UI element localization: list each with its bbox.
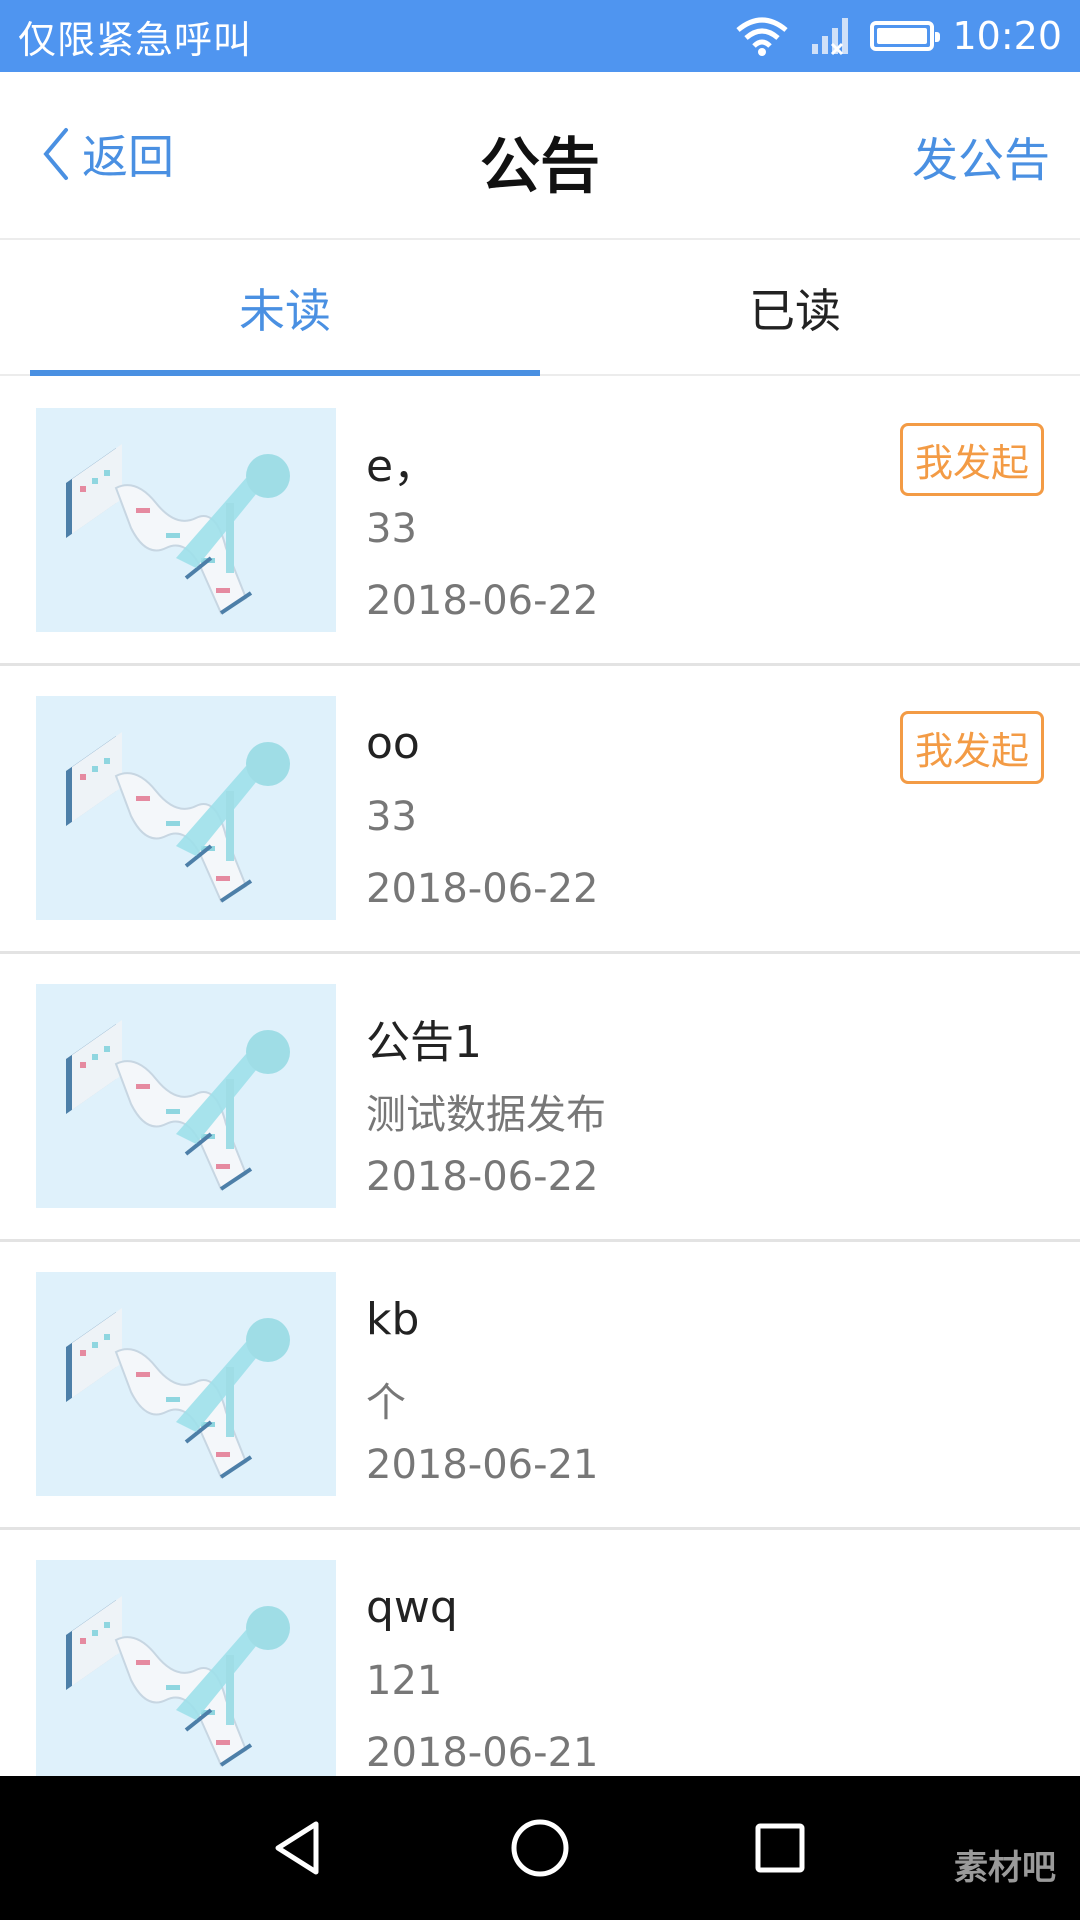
item-description: 测试数据发布: [366, 1092, 606, 1138]
item-title: kb: [366, 1294, 420, 1345]
nav-back-icon[interactable]: [264, 1812, 336, 1884]
status-icons: 10:20: [734, 14, 1062, 58]
wifi-icon: [736, 17, 789, 56]
tab-read[interactable]: 已读: [540, 240, 1050, 376]
signal-icon: [812, 18, 849, 56]
announcement-thumbnail: [36, 696, 336, 920]
status-bar: 仅限紧急呼叫 10:20: [0, 0, 1080, 72]
watermark-logo: 素材吧: [954, 1848, 1056, 1888]
list-item[interactable]: 公告1 测试数据发布 2018-06-22: [0, 954, 1080, 1242]
nav-home-icon[interactable]: [504, 1812, 576, 1884]
item-date: 2018-06-22: [366, 866, 599, 912]
list-item[interactable]: qwq 121 2018-06-21: [0, 1530, 1080, 1818]
item-title: 公告1: [366, 1017, 482, 1068]
announcement-thumbnail: [36, 1560, 336, 1784]
list-item[interactable]: kb 个 2018-06-21: [0, 1242, 1080, 1530]
tab-unread[interactable]: 未读: [30, 240, 540, 376]
tab-bar: 未读 已读: [0, 240, 1080, 376]
active-tab-indicator: [30, 370, 540, 376]
item-description: 个: [366, 1380, 406, 1426]
list-item[interactable]: e， 33 2018-06-22 我发起: [0, 378, 1080, 666]
system-nav-bar: 素材吧: [0, 1776, 1080, 1920]
announcement-list: e， 33 2018-06-22 我发起 oo 33 2018-06-22 我发…: [0, 378, 1080, 1818]
item-title: qwq: [366, 1582, 458, 1633]
item-title: oo: [366, 718, 420, 769]
battery-icon: [870, 21, 941, 51]
item-description: 33: [366, 794, 417, 840]
item-title: e，: [366, 441, 438, 492]
publish-announcement-button[interactable]: 发公告: [912, 124, 1050, 190]
item-date: 2018-06-22: [366, 578, 599, 624]
nav-recent-apps-icon[interactable]: [744, 1812, 816, 1884]
announcement-thumbnail: [36, 984, 336, 1208]
list-item[interactable]: oo 33 2018-06-22 我发起: [0, 666, 1080, 954]
item-date: 2018-06-22: [366, 1154, 599, 1200]
initiated-by-me-badge: 我发起: [899, 423, 1044, 496]
item-description: 121: [366, 1658, 443, 1704]
announcement-thumbnail: [36, 1272, 336, 1496]
item-description: 33: [366, 506, 417, 552]
item-date: 2018-06-21: [366, 1442, 599, 1488]
item-date: 2018-06-21: [366, 1730, 599, 1776]
initiated-by-me-badge: 我发起: [899, 711, 1044, 784]
announcement-thumbnail: [36, 408, 336, 632]
carrier-text: 仅限紧急呼叫: [18, 17, 253, 62]
app-header: 返回 公告 发公告: [0, 72, 1080, 240]
status-time: 10:20: [952, 14, 1062, 58]
